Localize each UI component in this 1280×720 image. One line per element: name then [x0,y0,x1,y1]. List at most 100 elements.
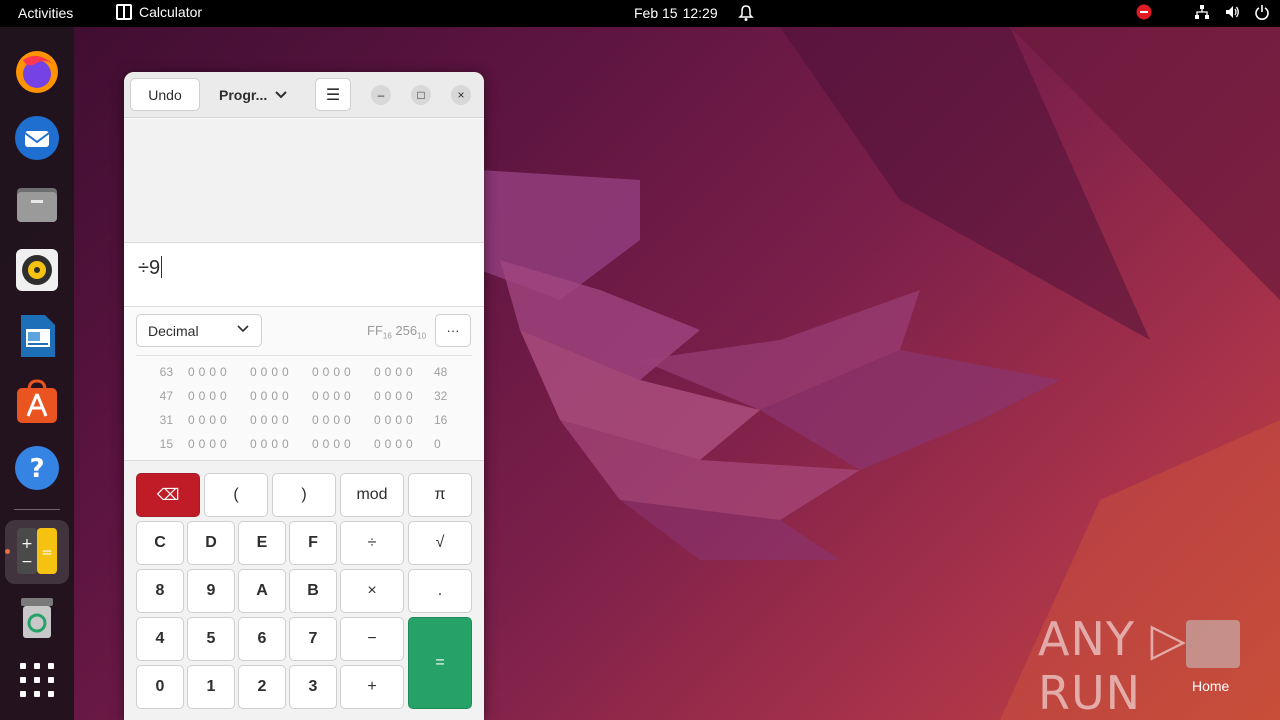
digit-2-button[interactable]: 2 [238,665,286,709]
base-row: Decimal FF16 25610 ··· [124,308,484,354]
number-base-dropdown[interactable]: Decimal [136,314,262,347]
hex-b-button[interactable]: B [289,569,337,613]
files-icon[interactable] [13,180,61,228]
digit-1-button[interactable]: 1 [187,665,235,709]
bit-group[interactable]: 0000 [250,437,293,451]
bit-index-left: 15 [159,437,173,451]
bit-group[interactable]: 0000 [250,389,293,403]
bit-index-left: 47 [159,389,173,403]
app-center-icon[interactable] [13,378,61,426]
top-bar: Activities Calculator Feb 15 12:29 [0,0,1280,27]
dec-value: 256 [395,323,418,338]
svg-text:−: − [21,554,33,570]
undo-button[interactable]: Undo [130,78,200,111]
equals-button[interactable]: = [408,617,472,709]
bit-index-right: 16 [434,413,448,427]
app-menu[interactable]: Calculator [116,4,202,20]
libreoffice-writer-icon[interactable] [13,312,61,360]
bit-row: 47 0000 0000 0000 0000 32 [136,384,472,408]
bit-group[interactable]: 0000 [188,365,231,379]
bit-group[interactable]: 0000 [250,365,293,379]
bit-group[interactable]: 0000 [312,413,355,427]
thunderbird-icon[interactable] [13,114,61,162]
bit-group[interactable]: 0000 [188,413,231,427]
backspace-button[interactable]: ⌫ [136,473,200,517]
subtract-button[interactable]: − [340,617,404,661]
activities-button[interactable]: Activities [18,5,73,21]
volume-icon [1226,6,1239,18]
bit-panel: 63 0000 0000 0000 0000 48 47 0000 0000 0… [136,355,472,459]
digit-3-button[interactable]: 3 [289,665,337,709]
bit-index-left: 63 [159,365,173,379]
square-root-button[interactable]: √ [408,521,472,565]
anyrun-watermark: ANY ▷ RUN [1038,612,1187,720]
more-icon: ··· [446,323,460,338]
digit-0-button[interactable]: 0 [136,665,184,709]
system-tray[interactable] [1136,4,1270,20]
multiply-button[interactable]: × [340,569,404,613]
dock-separator [14,509,60,510]
digit-7-button[interactable]: 7 [289,617,337,661]
close-paren-button[interactable]: ) [272,473,336,517]
rhythmbox-icon[interactable] [13,246,61,294]
header-bar: Undo Progr... ☰ – □ × [124,72,484,118]
digit-4-button[interactable]: 4 [136,617,184,661]
clock[interactable]: Feb 15 12:29 [634,5,718,21]
bit-row: 15 0000 0000 0000 0000 0 [136,432,472,456]
firefox-icon[interactable] [13,48,61,96]
bit-row: 63 0000 0000 0000 0000 48 [136,360,472,384]
bit-group[interactable]: 0000 [188,389,231,403]
home-folder-label: Home [1192,678,1230,694]
calculator-dock-item[interactable]: + − = [5,520,69,584]
hex-f-button[interactable]: F [289,521,337,565]
hex-d-button[interactable]: D [187,521,235,565]
bit-group[interactable]: 0000 [312,389,355,403]
home-folder-icon[interactable] [1186,620,1240,668]
divide-button[interactable]: ÷ [340,521,404,565]
show-apps-icon[interactable] [13,656,61,704]
digit-5-button[interactable]: 5 [187,617,235,661]
base-conversion-display: FF16 25610 [367,323,426,341]
maximize-button[interactable]: □ [411,85,431,105]
power-icon [1255,5,1269,20]
bit-index-right: 32 [434,389,448,403]
decimal-point-button[interactable]: . [408,569,472,613]
hex-a-button[interactable]: A [238,569,286,613]
modulus-button[interactable]: mod [340,473,404,517]
backspace-icon: ⌫ [156,487,180,504]
more-options-button[interactable]: ··· [435,314,471,347]
bit-group[interactable]: 0000 [374,389,417,403]
digit-6-button[interactable]: 6 [238,617,286,661]
bit-group[interactable]: 0000 [374,365,417,379]
bit-group[interactable]: 0000 [374,437,417,451]
clock-date: Feb 15 [634,5,678,21]
help-icon[interactable]: ? [13,444,61,492]
history-view [124,119,484,243]
expression-text: ÷9 [138,257,161,279]
svg-text:?: ? [29,454,44,484]
minimize-button[interactable]: – [371,85,391,105]
hamburger-icon: ☰ [325,86,341,104]
close-button[interactable]: × [451,85,471,105]
mode-menu-button[interactable]: Progr... [216,78,302,111]
notification-bell-icon[interactable] [738,4,754,22]
hex-subscript: 16 [382,331,392,341]
expression-entry[interactable]: ÷9 [124,244,484,307]
add-button[interactable]: + [340,665,404,709]
hex-e-button[interactable]: E [238,521,286,565]
bit-row: 31 0000 0000 0000 0000 16 [136,408,472,432]
open-paren-button[interactable]: ( [204,473,268,517]
bit-group[interactable]: 0000 [312,437,355,451]
main-menu-button[interactable]: ☰ [315,78,351,111]
digit-9-button[interactable]: 9 [187,569,235,613]
bit-group[interactable]: 0000 [312,365,355,379]
hex-c-button[interactable]: C [136,521,184,565]
keypad: ⌫ ( ) mod π C D E F ÷ √ 8 9 A B × . 4 5 … [124,460,484,720]
digit-8-button[interactable]: 8 [136,569,184,613]
trash-icon[interactable] [13,594,61,642]
bit-group[interactable]: 0000 [374,413,417,427]
bit-group[interactable]: 0000 [188,437,231,451]
bit-group[interactable]: 0000 [250,413,293,427]
minimize-icon: – [377,88,385,102]
pi-button[interactable]: π [408,473,472,517]
